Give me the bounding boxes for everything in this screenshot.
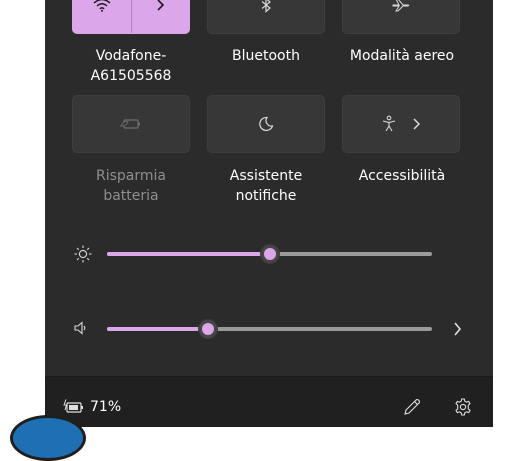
- chevron-right-icon[interactable]: [411, 117, 421, 131]
- accessibility-label: Accessibilità: [358, 168, 446, 184]
- brightness-thumb-dot: [263, 248, 276, 260]
- quick-settings-footer: 71%: [45, 376, 493, 427]
- battery-saver-icon: [120, 119, 140, 129]
- wifi-icon: [93, 0, 111, 12]
- battery-status[interactable]: 71%: [63, 377, 153, 427]
- volume-thumb-dot: [201, 323, 214, 335]
- volume-slider[interactable]: [107, 319, 432, 339]
- chevron-right-icon: [157, 0, 165, 11]
- gear-icon[interactable]: [454, 398, 472, 416]
- focus-assist-tile[interactable]: [207, 95, 325, 153]
- speaker-icon[interactable]: [73, 320, 89, 336]
- brightness-slider-thumb[interactable]: [259, 244, 280, 264]
- bluetooth-icon: [261, 0, 271, 13]
- focus-assist-label-line2: notifiche: [235, 188, 297, 204]
- accessibility-tile[interactable]: [342, 95, 460, 153]
- volume-slider-fill: [107, 327, 208, 331]
- airplane-mode-tile[interactable]: [342, 0, 460, 34]
- pencil-icon[interactable]: [403, 398, 421, 416]
- battery-charging-icon: [63, 399, 83, 413]
- brightness-slider-fill: [107, 252, 270, 256]
- wifi-label-line2: A61505568: [90, 68, 172, 84]
- airplane-mode-label: Modalità aereo: [349, 48, 455, 64]
- brightness-slider-row: [45, 239, 493, 269]
- sun-icon: [74, 245, 92, 263]
- wifi-expand-button[interactable]: [132, 0, 190, 33]
- volume-slider-thumb[interactable]: [197, 319, 218, 339]
- taskbar-app-icon[interactable]: [10, 415, 86, 461]
- airplane-icon: [392, 0, 410, 12]
- quick-settings-panel: Vodafone- A61505568 Bluetooth Modalità a…: [45, 0, 493, 427]
- battery-percent: 71%: [90, 399, 122, 415]
- accessibility-icon: [382, 115, 396, 132]
- bluetooth-tile[interactable]: [207, 0, 325, 34]
- volume-slider-row: [45, 314, 493, 344]
- chevron-right-icon[interactable]: [452, 321, 462, 337]
- moon-icon: [259, 116, 274, 132]
- wifi-toggle-button[interactable]: [73, 0, 131, 33]
- wifi-tile: [72, 0, 190, 34]
- battery-saver-tile[interactable]: [72, 95, 190, 153]
- brightness-slider[interactable]: [107, 244, 432, 264]
